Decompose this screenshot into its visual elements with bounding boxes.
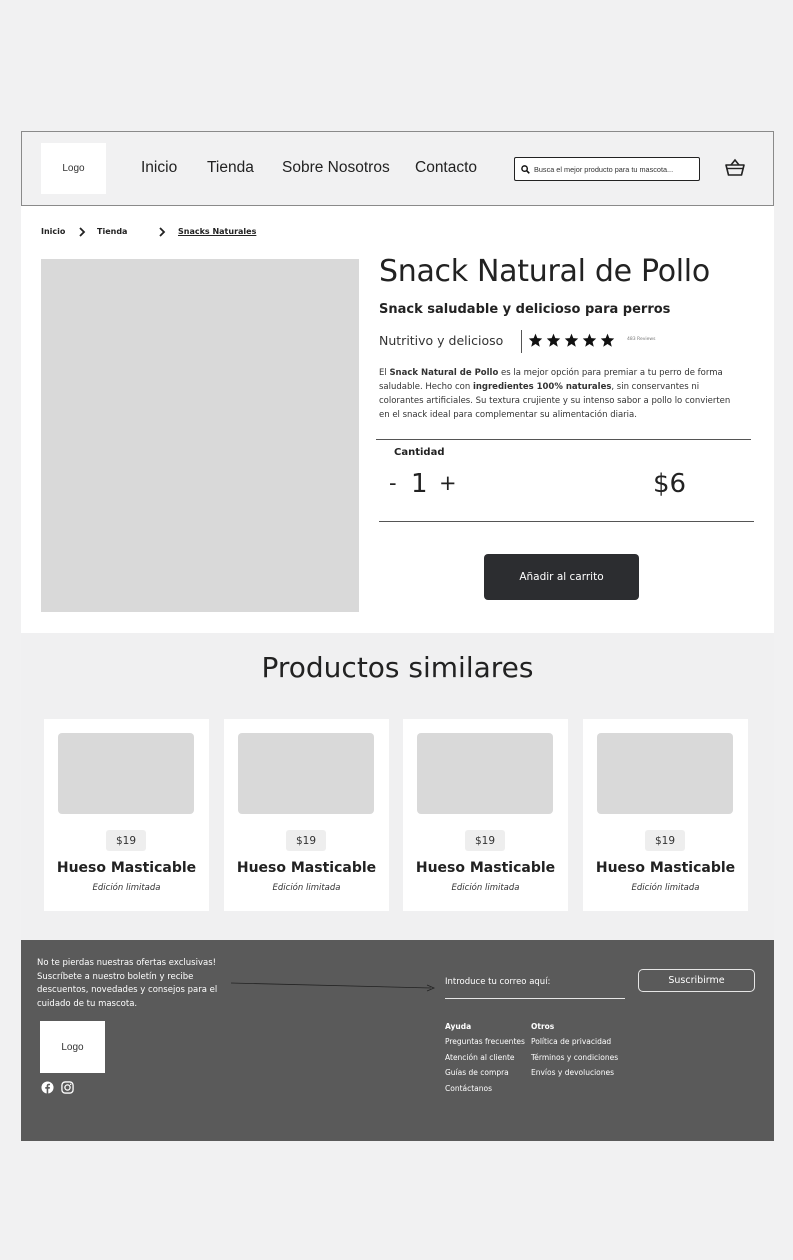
product-thumbnail bbox=[238, 733, 374, 814]
star-icon bbox=[600, 333, 615, 347]
similar-products-section: Productos similares $19 Hueso Masticable… bbox=[21, 633, 774, 940]
quantity-decrease-button[interactable]: - bbox=[389, 471, 397, 495]
email-field-underline bbox=[445, 998, 625, 999]
product-card[interactable]: $19 Hueso Masticable Edición limitada bbox=[224, 719, 389, 911]
page: Logo Inicio Tienda Sobre Nosotros Contac… bbox=[21, 131, 774, 1141]
quantity-increase-button[interactable]: + bbox=[439, 471, 457, 495]
footer-logo[interactable]: Logo bbox=[40, 1021, 105, 1073]
product-name: Hueso Masticable bbox=[595, 860, 736, 876]
product-name: Hueso Masticable bbox=[236, 860, 377, 876]
nav-contacto[interactable]: Contacto bbox=[415, 159, 477, 177]
price-badge: $19 bbox=[465, 830, 505, 851]
search-icon bbox=[521, 164, 530, 174]
product-image bbox=[41, 259, 359, 612]
site-header: Logo Inicio Tienda Sobre Nosotros Contac… bbox=[21, 131, 774, 206]
product-price: $6 bbox=[653, 469, 687, 499]
section-title: Productos similares bbox=[261, 651, 534, 684]
add-to-cart-button[interactable]: Añadir al carrito bbox=[484, 554, 639, 600]
divider bbox=[521, 330, 522, 353]
product-description: El Snack Natural de Pollo es la mejor op… bbox=[379, 366, 741, 422]
star-icon bbox=[546, 333, 561, 347]
star-icon bbox=[564, 333, 579, 347]
footer-link[interactable]: Preguntas frecuentes bbox=[445, 1037, 525, 1046]
product-edition: Edición limitada bbox=[272, 883, 341, 893]
breadcrumb-tienda[interactable]: Tienda bbox=[97, 227, 127, 236]
footer-link[interactable]: Atención al cliente bbox=[445, 1053, 515, 1062]
product-name: Hueso Masticable bbox=[415, 860, 556, 876]
description-text: El bbox=[379, 368, 390, 378]
breadcrumb-inicio[interactable]: Inicio bbox=[41, 227, 65, 236]
arrow-right-icon bbox=[231, 982, 436, 992]
footer-link[interactable]: Envíos y devoluciones bbox=[531, 1068, 614, 1077]
nav-sobre-nosotros[interactable]: Sobre Nosotros bbox=[282, 159, 390, 177]
star-rating bbox=[528, 333, 615, 347]
footer-link[interactable]: Contáctanos bbox=[445, 1084, 492, 1093]
star-icon bbox=[528, 333, 543, 347]
description-bold: Snack Natural de Pollo bbox=[389, 368, 499, 378]
instagram-icon[interactable] bbox=[61, 1081, 74, 1094]
price-badge: $19 bbox=[286, 830, 326, 851]
price-badge: $19 bbox=[645, 830, 685, 851]
product-title: Snack Natural de Pollo bbox=[379, 254, 710, 289]
review-count[interactable]: 483 Reviews bbox=[627, 337, 655, 342]
search-box[interactable] bbox=[514, 157, 700, 181]
product-card[interactable]: $19 Hueso Masticable Edición limitada bbox=[44, 719, 209, 911]
product-edition: Edición limitada bbox=[92, 883, 161, 893]
footer-link[interactable]: Guías de compra bbox=[445, 1068, 509, 1077]
product-edition: Edición limitada bbox=[631, 883, 700, 893]
subscribe-button[interactable]: Suscribirme bbox=[638, 969, 755, 992]
product-name: Hueso Masticable bbox=[56, 860, 197, 876]
email-field[interactable]: Introduce tu correo aquí: bbox=[445, 977, 550, 987]
header-logo[interactable]: Logo bbox=[41, 143, 106, 194]
description-bold: ingredientes 100% naturales bbox=[472, 382, 612, 392]
footer-link[interactable]: Política de privacidad bbox=[531, 1037, 611, 1046]
nav-inicio[interactable]: Inicio bbox=[141, 159, 177, 177]
quantity-value: 1 bbox=[411, 469, 428, 499]
quantity-label: Cantidad bbox=[394, 447, 445, 458]
product-card[interactable]: $19 Hueso Masticable Edición limitada bbox=[583, 719, 748, 911]
product-thumbnail bbox=[597, 733, 733, 814]
chevron-right-icon bbox=[159, 227, 166, 237]
site-footer: No te pierdas nuestras ofertas exclusiva… bbox=[21, 940, 774, 1141]
star-icon bbox=[582, 333, 597, 347]
breadcrumb-current[interactable]: Snacks Naturales bbox=[178, 227, 256, 236]
divider bbox=[376, 439, 751, 440]
footer-link[interactable]: Términos y condiciones bbox=[531, 1053, 618, 1062]
price-badge: $19 bbox=[106, 830, 146, 851]
search-input[interactable] bbox=[530, 164, 694, 174]
product-thumbnail bbox=[417, 733, 553, 814]
footer-column-title: Ayuda bbox=[445, 1022, 472, 1031]
chevron-right-icon bbox=[79, 227, 86, 237]
product-card[interactable]: $19 Hueso Masticable Edición limitada bbox=[403, 719, 568, 911]
shopping-basket-icon[interactable] bbox=[724, 158, 746, 178]
product-thumbnail bbox=[58, 733, 194, 814]
newsletter-promo: No te pierdas nuestras ofertas exclusiva… bbox=[37, 958, 218, 1009]
product-edition: Edición limitada bbox=[451, 883, 520, 893]
nav-tienda[interactable]: Tienda bbox=[207, 159, 254, 177]
footer-column-title: Otros bbox=[531, 1022, 555, 1031]
divider bbox=[379, 521, 754, 522]
product-subtitle: Snack saludable y delicioso para perros bbox=[379, 302, 671, 317]
product-tagline: Nutritivo y delicioso bbox=[379, 333, 504, 348]
facebook-icon[interactable] bbox=[41, 1081, 54, 1094]
